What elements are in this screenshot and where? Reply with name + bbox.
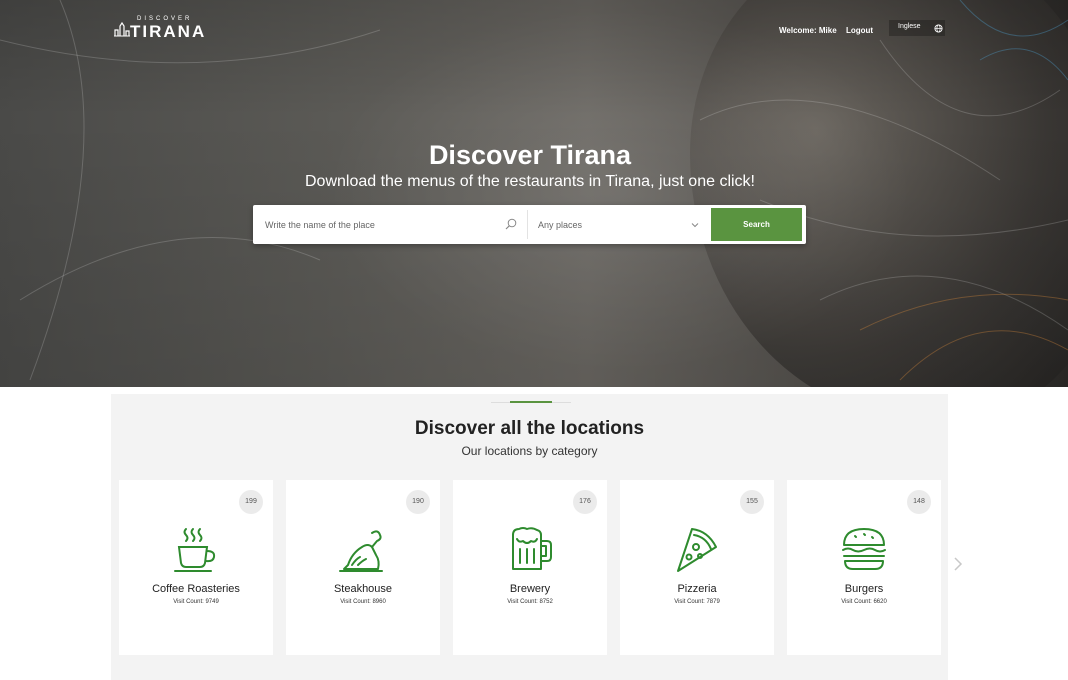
count-badge: 148 bbox=[907, 490, 931, 514]
locations-section: Discover all the locations Our locations… bbox=[111, 394, 948, 680]
hero-banner: DISCOVER TIRANA Welcome: Mike Logout Ing… bbox=[0, 0, 1068, 387]
search-divider bbox=[527, 210, 528, 239]
chevron-right-icon[interactable] bbox=[952, 556, 964, 572]
visit-count: Visit Count: 6620 bbox=[841, 599, 887, 605]
visit-count: Visit Count: 7879 bbox=[674, 599, 720, 605]
beer-mug-icon bbox=[512, 527, 552, 570]
hero-title: Discover Tirana bbox=[428, 140, 632, 170]
logo-tower-icon bbox=[114, 21, 130, 37]
logout-link[interactable]: Logout bbox=[846, 26, 873, 35]
search-icon[interactable] bbox=[505, 218, 517, 230]
search-button[interactable]: Search bbox=[711, 208, 802, 241]
visit-count: Visit Count: 8960 bbox=[340, 599, 386, 605]
search-input[interactable] bbox=[265, 205, 495, 244]
search-bar: Any places Search bbox=[253, 205, 806, 244]
count-badge: 199 bbox=[239, 490, 263, 514]
globe-icon[interactable] bbox=[934, 24, 943, 33]
section-title: Discover all the locations bbox=[414, 418, 645, 439]
chevron-down-icon[interactable] bbox=[691, 222, 699, 228]
chicken-leg-icon bbox=[339, 530, 383, 572]
count-badge: 190 bbox=[406, 490, 430, 514]
category-name: Brewery bbox=[509, 583, 551, 595]
count-badge: 176 bbox=[573, 490, 597, 514]
places-select[interactable]: Any places bbox=[538, 205, 703, 244]
site-logo[interactable]: DISCOVER TIRANA bbox=[113, 16, 205, 42]
section-subtitle: Our locations by category bbox=[461, 444, 598, 458]
coffee-icon bbox=[174, 528, 216, 572]
language-label: Inglese bbox=[898, 23, 921, 30]
visit-count: Visit Count: 8752 bbox=[507, 599, 553, 605]
category-card-burgers[interactable]: 148 Burgers Visit Count: 6620 bbox=[787, 480, 941, 655]
category-card-brewery[interactable]: 176 Brewery Visit Count: 8752 bbox=[453, 480, 607, 655]
count-badge: 155 bbox=[740, 490, 764, 514]
burger-icon bbox=[842, 528, 886, 570]
welcome-user: Welcome: Mike bbox=[779, 26, 837, 35]
section-accent-line bbox=[491, 401, 571, 403]
category-name: Pizzeria bbox=[677, 583, 717, 595]
category-name: Coffee Roasteries bbox=[152, 583, 240, 595]
category-name: Burgers bbox=[844, 583, 884, 595]
category-card-pizzeria[interactable]: 155 Pizzeria Visit Count: 7879 bbox=[620, 480, 774, 655]
hero-light-streaks bbox=[0, 0, 1068, 381]
category-card-coffee-roasteries[interactable]: 199 Coffee Roasteries Visit Count: 9749 bbox=[119, 480, 273, 655]
logo-big-text: TIRANA bbox=[130, 22, 207, 41]
visit-count: Visit Count: 9749 bbox=[173, 599, 219, 605]
category-name: Steakhouse bbox=[333, 583, 393, 595]
hero-subtitle: Download the menus of the restaurants in… bbox=[304, 173, 755, 190]
category-card-steakhouse[interactable]: 190 Steakhouse Visit Count: 8960 bbox=[286, 480, 440, 655]
pizza-slice-icon bbox=[677, 528, 717, 572]
